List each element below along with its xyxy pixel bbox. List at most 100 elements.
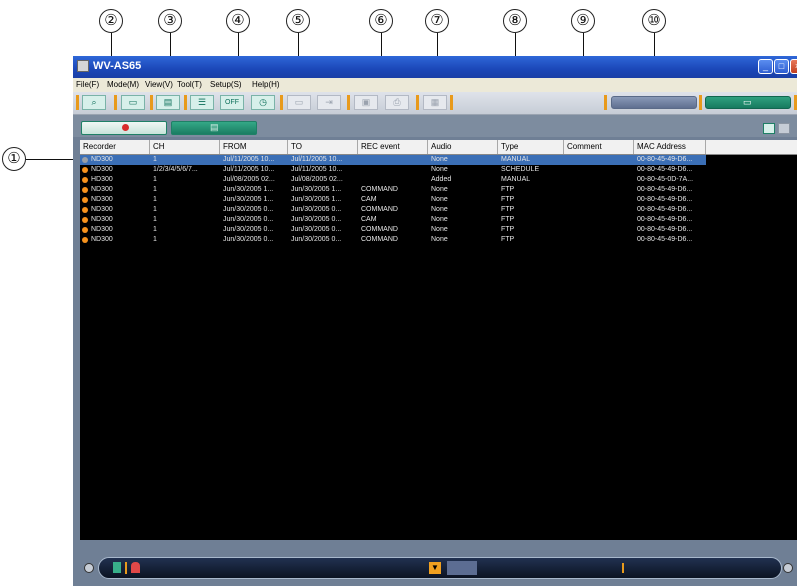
record-tab[interactable]	[81, 121, 167, 135]
cell-from: Jul/11/2005 10...	[223, 156, 275, 163]
detail-view-icon[interactable]	[763, 123, 775, 134]
header-audio[interactable]: Audio	[428, 140, 498, 154]
callout-5: ⑤	[286, 9, 310, 33]
table-row[interactable]: ND300 1 Jul/11/2005 10... Jul/11/2005 10…	[80, 155, 706, 165]
mode-pill-1[interactable]	[611, 96, 697, 109]
header-mac-address[interactable]: MAC Address	[634, 140, 706, 154]
clock-icon: ◷	[259, 97, 267, 107]
cell-type: SCHEDULE	[501, 166, 540, 173]
timeline-marker[interactable]	[622, 563, 624, 573]
header-comment[interactable]: Comment	[564, 140, 634, 154]
record-icon	[122, 124, 129, 131]
print-icon: ⎙	[393, 97, 401, 107]
toolbar-separator	[604, 95, 607, 110]
header-recorder[interactable]: Recorder	[80, 140, 150, 154]
cell-type: FTP	[501, 236, 515, 243]
toolbar-separator	[76, 95, 79, 110]
recorder-status-icon	[82, 197, 88, 203]
thumbnail-view-icon[interactable]	[778, 123, 790, 134]
right-knob-icon[interactable]	[783, 563, 793, 573]
toolbar-separator	[450, 95, 453, 110]
search-button[interactable]: ⌕	[82, 95, 106, 110]
toolbar-separator	[347, 95, 350, 110]
callout-1: ①	[2, 147, 26, 171]
cell-audio: None	[431, 226, 448, 233]
single-view-button[interactable]: ▭	[121, 95, 145, 110]
cell-mac: 00-80-45-49-D6...	[637, 166, 693, 173]
cell-mac: 00-80-45-49-D6...	[637, 156, 693, 163]
table-row[interactable]: ND300 1 Jun/30/2005 0... Jun/30/2005 0..…	[80, 225, 706, 235]
list-view-button[interactable]: ☰	[190, 95, 214, 110]
quad-view-button[interactable]: ▤	[156, 95, 180, 110]
cell-to: Jul/11/2005 10...	[291, 166, 343, 173]
timer-button[interactable]: ◷	[251, 95, 275, 110]
table-row[interactable]: ND300 1/2/3/4/5/6/7... Jul/11/2005 10...…	[80, 165, 706, 175]
table-row[interactable]: ND300 1 Jun/30/2005 1... Jun/30/2005 1..…	[80, 185, 706, 195]
cell-recorder: HD300	[91, 176, 113, 183]
menu-file[interactable]: File(F)	[76, 80, 99, 89]
cell-recorder: ND300	[91, 166, 113, 173]
table-row[interactable]: ND300 1 Jun/30/2005 1... Jun/30/2005 1..…	[80, 195, 706, 205]
cell-from: Jun/30/2005 0...	[223, 226, 274, 233]
toolbar-separator	[699, 95, 702, 110]
cell-audio: None	[431, 216, 448, 223]
cell-audio: None	[431, 156, 448, 163]
disabled-button-4[interactable]: ▦	[423, 95, 447, 110]
menu-mode[interactable]: Mode(M)	[107, 80, 139, 89]
timeline-bar[interactable]	[447, 561, 477, 575]
monitor-icon: ▭	[743, 97, 752, 107]
table-row[interactable]: ND300 1 Jun/30/2005 0... Jun/30/2005 0..…	[80, 205, 706, 215]
menu-help[interactable]: Help(H)	[252, 80, 280, 89]
header-to[interactable]: TO	[288, 140, 358, 154]
header-ch[interactable]: CH	[150, 140, 220, 154]
disabled-button-3[interactable]: ▣	[354, 95, 378, 110]
print-button[interactable]: ⎙	[385, 95, 409, 110]
off-button[interactable]: OFF	[220, 95, 244, 110]
menu-tool[interactable]: Tool(T)	[177, 80, 202, 89]
disabled-button-1[interactable]: ▭	[287, 95, 311, 110]
cell-ch: 1	[153, 216, 157, 223]
callout-10: ⑩	[642, 9, 666, 33]
mode-pill-2[interactable]: ▭	[705, 96, 791, 109]
close-button[interactable]: ×	[790, 59, 797, 74]
maximize-button[interactable]: □	[774, 59, 789, 74]
cell-from: Jul/08/2005 02...	[223, 176, 275, 183]
header-type[interactable]: Type	[498, 140, 564, 154]
status-list-icon	[113, 562, 121, 573]
toolbar-separator	[114, 95, 117, 110]
cell-ch: 1	[153, 196, 157, 203]
cell-mac: 00-80-45-49-D6...	[637, 206, 693, 213]
menu-setup[interactable]: Setup(S)	[210, 80, 242, 89]
cell-to: Jun/30/2005 0...	[291, 216, 342, 223]
left-knob-icon[interactable]	[84, 563, 94, 573]
cell-ch: 1	[153, 236, 157, 243]
app-icon	[77, 60, 89, 72]
cell-ch: 1/2/3/4/5/6/7...	[153, 166, 198, 173]
cell-recorder: ND300	[91, 206, 113, 213]
list-tab[interactable]: ▤	[171, 121, 257, 135]
table-row[interactable]: ND300 1 Jun/30/2005 0... Jun/30/2005 0..…	[80, 215, 706, 225]
cell-to: Jul/11/2005 10...	[291, 156, 343, 163]
disabled-button-2[interactable]: ⇥	[317, 95, 341, 110]
list-header: Recorder CH FROM TO REC event Audio Type…	[80, 140, 797, 155]
cell-audio: None	[431, 186, 448, 193]
table-row[interactable]: HD300 1 Jul/08/2005 02... Jul/08/2005 02…	[80, 175, 706, 185]
header-rec-event[interactable]: REC event	[358, 140, 428, 154]
cell-to: Jun/30/2005 1...	[291, 186, 342, 193]
header-from[interactable]: FROM	[220, 140, 288, 154]
cell-from: Jun/30/2005 1...	[223, 186, 274, 193]
minimize-button[interactable]: _	[758, 59, 773, 74]
cell-audio: None	[431, 206, 448, 213]
toolbar-separator	[416, 95, 419, 110]
table-row[interactable]: ND300 1 Jun/30/2005 0... Jun/30/2005 0..…	[80, 235, 706, 245]
dropdown-arrow-icon[interactable]: ▼	[429, 562, 441, 574]
cell-mac: 00-80-45-49-D6...	[637, 236, 693, 243]
cell-ch: 1	[153, 206, 157, 213]
recorder-status-icon	[82, 227, 88, 233]
callout-6: ⑥	[369, 9, 393, 33]
callout-3: ③	[158, 9, 182, 33]
cell-ch: 1	[153, 156, 157, 163]
menu-view[interactable]: View(V)	[145, 80, 173, 89]
toolbar-separator	[150, 95, 153, 110]
cell-recorder: ND300	[91, 156, 113, 163]
